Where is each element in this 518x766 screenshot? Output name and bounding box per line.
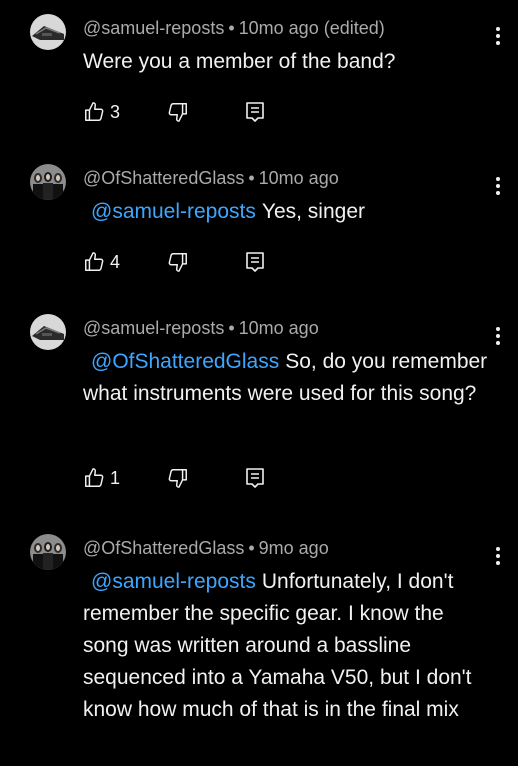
dislike-button[interactable] bbox=[167, 467, 189, 494]
dislike-button[interactable] bbox=[167, 101, 189, 128]
thumbs-up-icon bbox=[85, 102, 104, 121]
mention-link[interactable]: @samuel-reposts bbox=[91, 570, 256, 593]
comment-actions: 4 bbox=[83, 250, 283, 276]
avatar[interactable] bbox=[30, 14, 66, 50]
comment-text: Were you a member of the band? bbox=[83, 46, 493, 78]
thumbs-down-icon bbox=[168, 103, 187, 122]
reply-comment-icon bbox=[246, 252, 264, 272]
more-vert-icon[interactable] bbox=[488, 22, 508, 50]
avatar[interactable] bbox=[30, 164, 66, 200]
comment-time: 10mo ago (edited) bbox=[238, 18, 385, 38]
comment-actions: 3 bbox=[83, 100, 283, 126]
mention-link[interactable]: @samuel-reposts bbox=[91, 200, 256, 223]
thumbs-up-icon bbox=[85, 468, 104, 487]
comment-text: @samuel-reposts Unfortunately, I don't re… bbox=[83, 566, 493, 726]
thumbs-up-icon bbox=[85, 252, 104, 271]
comment-author[interactable]: @samuel-reposts bbox=[83, 18, 224, 38]
comment-body: Yes, singer bbox=[261, 200, 365, 223]
meta-separator: • bbox=[228, 318, 235, 338]
comment-author[interactable]: @OfShatteredGlass bbox=[83, 168, 244, 188]
comment-text: @samuel-reposts Yes, singer bbox=[91, 196, 501, 228]
comment-time: 10mo ago bbox=[258, 168, 339, 188]
comment-text: @OfShatteredGlass So, do you remember wha… bbox=[83, 346, 493, 410]
more-vert-icon[interactable] bbox=[488, 172, 508, 200]
meta-separator: • bbox=[228, 18, 235, 38]
more-vert-icon[interactable] bbox=[488, 542, 508, 570]
dislike-button[interactable] bbox=[167, 251, 189, 278]
comment-meta: @samuel-reposts • 10mo ago (edited) bbox=[83, 16, 385, 40]
comment-meta: @samuel-reposts • 10mo ago bbox=[83, 316, 319, 340]
comment-author[interactable]: @samuel-reposts bbox=[83, 318, 224, 338]
reply-comment-icon bbox=[246, 102, 264, 122]
mention-link[interactable]: @OfShatteredGlass bbox=[91, 350, 279, 373]
meta-separator: • bbox=[248, 538, 255, 558]
thumbs-down-icon bbox=[168, 253, 187, 272]
meta-separator: • bbox=[248, 168, 255, 188]
comment-body: Were you a member of the band? bbox=[83, 50, 396, 73]
thumbs-down-icon bbox=[168, 469, 187, 488]
like-button[interactable]: 3 bbox=[83, 100, 120, 124]
reply-comment-icon bbox=[246, 468, 264, 488]
comment-meta: @OfShatteredGlass • 9mo ago bbox=[83, 536, 329, 560]
like-count: 1 bbox=[110, 468, 121, 488]
reply-button[interactable] bbox=[245, 251, 265, 278]
avatar[interactable] bbox=[30, 534, 66, 570]
comment-meta: @OfShatteredGlass • 10mo ago bbox=[83, 166, 339, 190]
like-button[interactable]: 1 bbox=[83, 466, 120, 490]
reply-button[interactable] bbox=[245, 467, 265, 494]
reply-button[interactable] bbox=[245, 101, 265, 128]
like-button[interactable]: 4 bbox=[83, 250, 120, 274]
like-count: 3 bbox=[110, 102, 121, 122]
comment-time: 9mo ago bbox=[258, 538, 329, 558]
comment-author[interactable]: @OfShatteredGlass bbox=[83, 538, 244, 558]
avatar[interactable] bbox=[30, 314, 66, 350]
comment-time: 10mo ago bbox=[238, 318, 319, 338]
like-count: 4 bbox=[110, 252, 121, 272]
comment-actions: 1 bbox=[83, 466, 283, 492]
more-vert-icon[interactable] bbox=[488, 322, 508, 350]
